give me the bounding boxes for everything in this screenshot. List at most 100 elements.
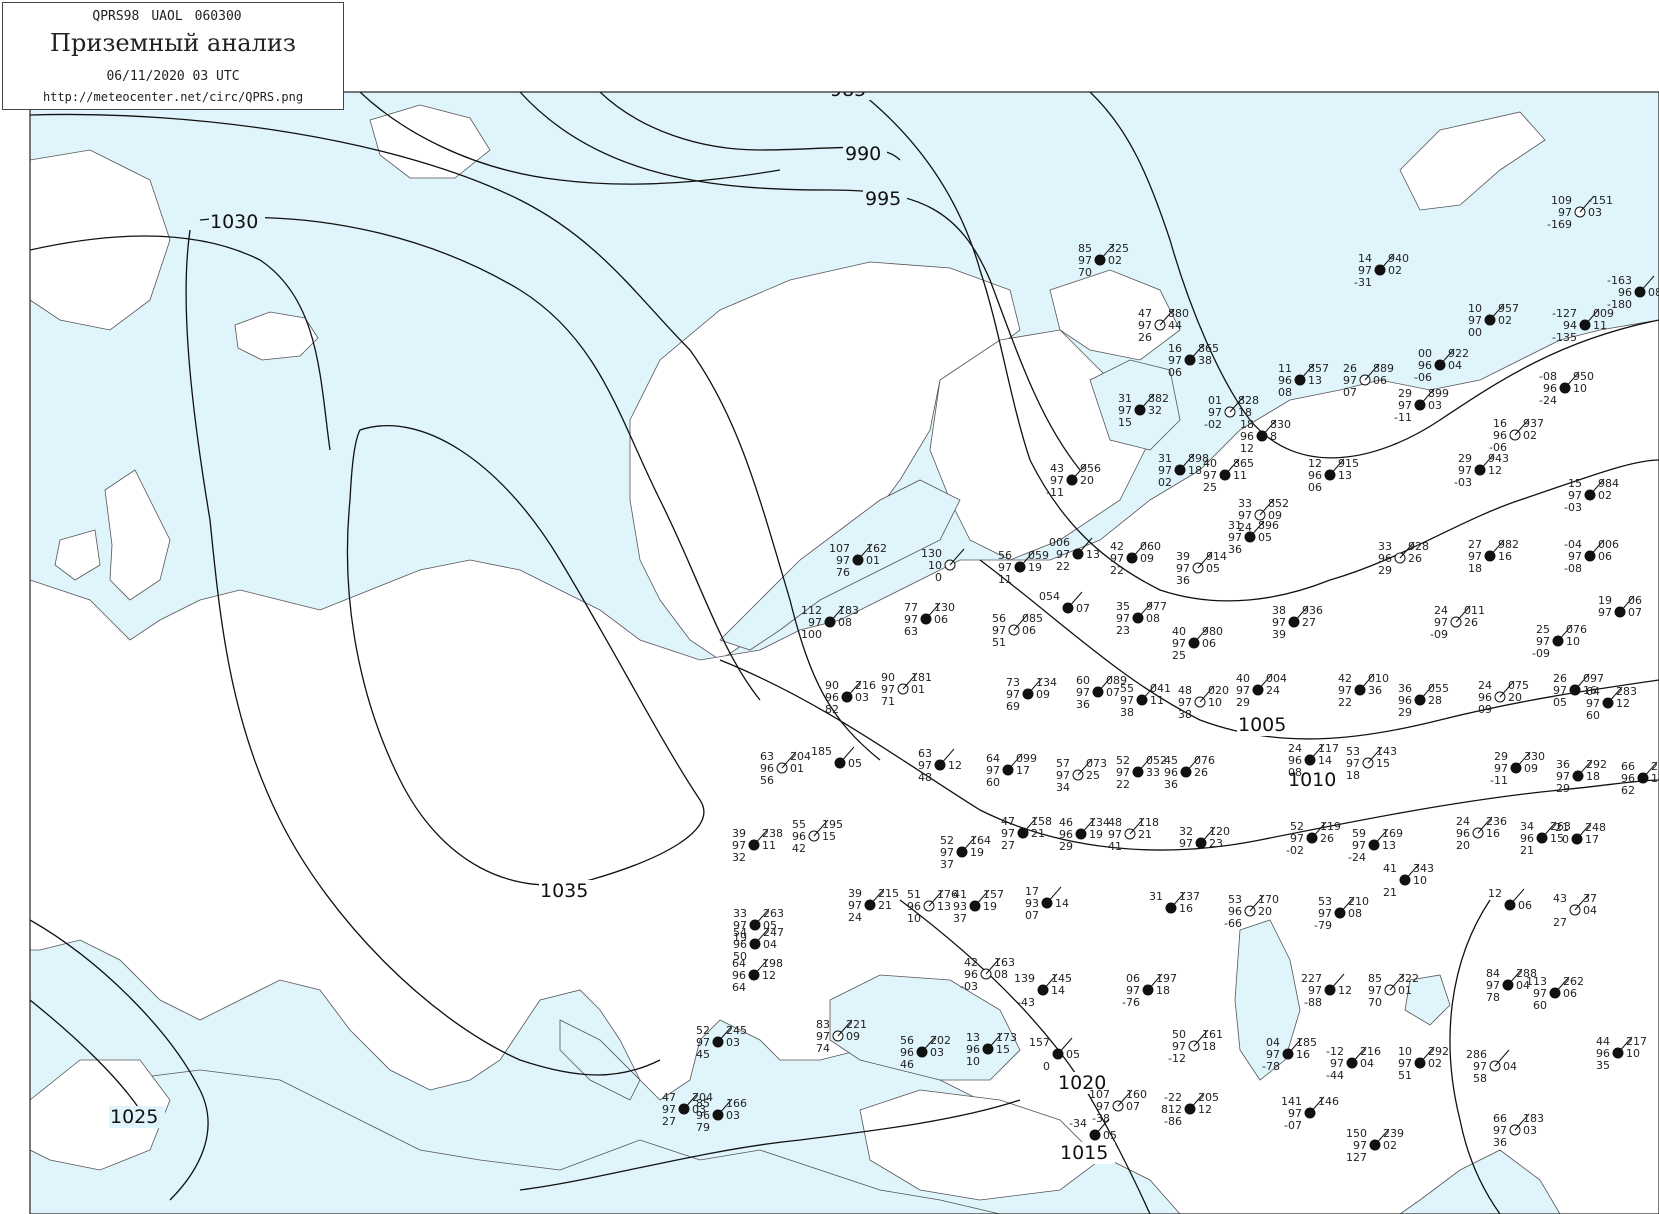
- station-tendency: 23: [1209, 837, 1223, 850]
- station-tendency: 13: [1651, 772, 1659, 785]
- station-tendency: 21: [1138, 828, 1152, 841]
- station-tendency: 06: [934, 613, 948, 626]
- station-tendency: 06: [1373, 374, 1387, 387]
- station-dewpoint: 29: [1378, 564, 1392, 577]
- station-dewpoint: 05: [1553, 696, 1567, 709]
- station-tendency: 44: [1168, 319, 1182, 332]
- center-code: UAOL: [151, 9, 183, 24]
- station-dewpoint: -135: [1552, 331, 1577, 344]
- station-dewpoint: 71: [881, 695, 895, 708]
- station-dewpoint: -31: [1354, 276, 1372, 289]
- station-dewpoint: 10: [966, 1055, 980, 1068]
- station-dewpoint: 41: [1108, 840, 1122, 853]
- station-tendency: 01: [1398, 984, 1412, 997]
- station-tendency: 18: [1188, 464, 1202, 477]
- station-dewpoint: 74: [816, 1042, 830, 1055]
- station-tendency: 25: [1086, 769, 1100, 782]
- isobar-label-1035: 1035: [540, 880, 588, 902]
- station-dewpoint: 127: [1346, 1151, 1367, 1164]
- station-dewpoint: 07: [1025, 909, 1039, 922]
- station-dewpoint: 27: [1553, 916, 1567, 929]
- station-tendency: 21: [878, 899, 892, 912]
- station-tendency: 27: [1302, 616, 1316, 629]
- header-box: QPRS98 UAOL 060300 Приземный анализ 06/11/…: [2, 2, 344, 110]
- station-tendency: 11: [1593, 319, 1607, 332]
- station-tendency: 12: [948, 759, 962, 772]
- station-dewpoint: 82: [825, 703, 839, 716]
- station-tendency: 13: [1382, 839, 1396, 852]
- station-dewpoint: 11: [998, 573, 1012, 586]
- station-dewpoint: 39: [1272, 628, 1286, 641]
- station-tendency: 15: [822, 830, 836, 843]
- station-tendency: 06: [1563, 987, 1577, 1000]
- station-dewpoint: 24: [848, 911, 862, 924]
- station-tendency: 03: [855, 691, 869, 704]
- station-dewpoint: 56: [760, 774, 774, 787]
- station-dewpoint: -38: [1092, 1112, 1110, 1125]
- station-dewpoint: 10: [907, 912, 921, 925]
- station-dewpoint: 58: [1473, 1072, 1487, 1085]
- station-dewpoint: -09: [1430, 628, 1448, 641]
- station-dewpoint: 18: [1346, 769, 1360, 782]
- station-tendency: 02: [1428, 1057, 1442, 1070]
- station-tendency: 20: [1258, 905, 1272, 918]
- station-tendency: 01: [790, 762, 804, 775]
- station-dewpoint: 46: [900, 1058, 914, 1071]
- station-dewpoint: -86: [1164, 1115, 1182, 1128]
- station-dewpoint: 37: [940, 858, 954, 871]
- station-tendency: 15: [996, 1043, 1010, 1056]
- station-tendency: 06: [1518, 899, 1532, 912]
- station-tendency: 05: [1066, 1048, 1080, 1061]
- station-dewpoint: 29: [1059, 840, 1073, 853]
- station-tendency: 05: [848, 757, 862, 770]
- station-tendency: 09: [846, 1030, 860, 1043]
- station-dewpoint: -76: [1122, 996, 1140, 1009]
- station-tendency: 03: [1523, 1124, 1537, 1137]
- station-dewpoint: 00: [1468, 326, 1482, 339]
- station-tendency: 15: [1376, 757, 1390, 770]
- station-code: 97: [1179, 837, 1193, 850]
- station-dewpoint: -12: [1168, 1052, 1186, 1065]
- station-tendency: 16: [1498, 550, 1512, 563]
- station-tendency: 21: [1031, 827, 1045, 840]
- station-tendency: 03: [1428, 399, 1442, 412]
- station-tendency: 07: [1628, 606, 1642, 619]
- station-dewpoint: 08: [1288, 766, 1302, 779]
- station-tendency: 14: [1318, 754, 1332, 767]
- station-tendency: 04: [1583, 904, 1597, 917]
- station-dewpoint: 27: [1001, 839, 1015, 852]
- station-tendency: 02: [1383, 1139, 1397, 1152]
- station-temperature: 31: [1149, 890, 1163, 903]
- station-dewpoint: 36: [1164, 778, 1178, 791]
- station-tendency: 08: [1146, 612, 1160, 625]
- station-dewpoint: 22: [1116, 778, 1130, 791]
- station-tendency: 26: [1320, 832, 1334, 845]
- station-dewpoint: -09: [1532, 647, 1550, 660]
- station-tendency: 14: [1051, 984, 1065, 997]
- station-dewpoint: 22: [1338, 696, 1352, 709]
- station-temperature: 139: [1014, 972, 1035, 985]
- station-temperature: 054: [1039, 590, 1060, 603]
- station-dewpoint: -43: [1017, 996, 1035, 1009]
- station-tendency: 01: [911, 683, 925, 696]
- station-tendency: 04: [763, 938, 777, 951]
- station-tendency: 10: [1413, 874, 1427, 887]
- station-tendency: 11: [1233, 469, 1247, 482]
- station-dewpoint: 37: [953, 912, 967, 925]
- station-tendency: 12: [1488, 464, 1502, 477]
- station-dewpoint: 36: [1493, 1136, 1507, 1149]
- station-dewpoint: 29: [1236, 696, 1250, 709]
- station-dewpoint: 70: [1078, 266, 1092, 279]
- bulletin-code: QPRS98: [92, 9, 140, 24]
- station-code: 97: [1598, 606, 1612, 619]
- station-tendency: 38: [1198, 354, 1212, 367]
- station-dewpoint: -11: [1490, 774, 1508, 787]
- station-tendency: 02: [1498, 314, 1512, 327]
- weather-map: 985 990 995 1005 1010 1015 1020 1025 103…: [0, 0, 1659, 1214]
- station-tendency: 12: [1616, 697, 1630, 710]
- station-temperature: 41: [1383, 862, 1397, 875]
- station-dewpoint: -169: [1547, 218, 1572, 231]
- station-tendency: 18: [1156, 984, 1170, 997]
- station-dewpoint: 18: [1468, 562, 1482, 575]
- station-tendency: 09: [1140, 552, 1154, 565]
